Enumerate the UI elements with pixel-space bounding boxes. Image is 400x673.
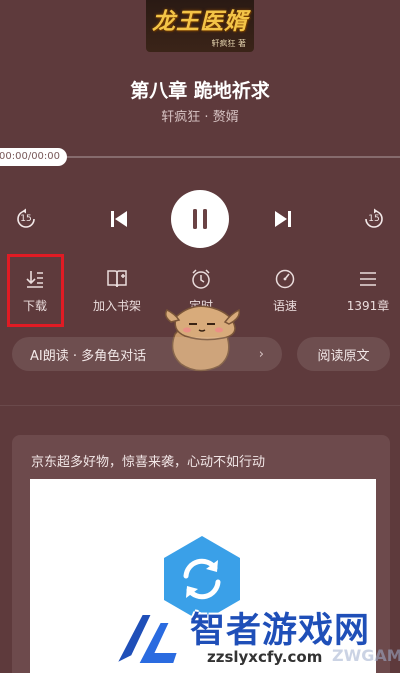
rewind-15-button[interactable]: 15	[15, 208, 37, 230]
toolbar-label: 1391章	[346, 299, 390, 313]
pause-icon	[193, 209, 207, 229]
toolbar-speed[interactable]: 语速	[255, 268, 315, 314]
skip-next-icon	[275, 211, 291, 227]
toolbar-chapters[interactable]: 1391章	[338, 268, 398, 314]
bookshelf-icon	[107, 270, 127, 288]
play-pause-button[interactable]	[171, 190, 229, 248]
chapter-title: 第八章 跪地祈求	[130, 80, 270, 102]
progress-time-thumb[interactable]: 00:00/00:00	[0, 148, 68, 166]
forward-label: 15	[368, 214, 380, 224]
speed-icon	[275, 269, 295, 289]
cover-author: 轩疯狂 著	[211, 39, 246, 48]
rewind-label: 15	[20, 214, 32, 224]
chevron-right-icon: ›	[258, 346, 264, 362]
divider	[0, 405, 400, 406]
toolbar-label: 语速	[272, 299, 297, 313]
clock-icon	[192, 269, 210, 289]
book-meta: 轩疯狂 · 赘婿	[161, 110, 239, 125]
ai-reading-label: AI朗读 · 多角色对话	[30, 348, 147, 364]
read-original-button[interactable]: 阅读原文	[297, 337, 390, 371]
watermark-logo-icon	[113, 613, 180, 667]
next-chapter-button[interactable]	[270, 206, 296, 232]
toolbar-add-to-shelf[interactable]: 加入书架	[87, 268, 147, 314]
list-icon	[360, 272, 376, 286]
skip-previous-icon	[111, 211, 127, 227]
previous-chapter-button[interactable]	[106, 206, 132, 232]
ai-reading-button[interactable]: AI朗读 · 多角色对话 ›	[12, 337, 282, 371]
watermark-faint-text: ZWGAME	[332, 646, 400, 665]
watermark-url: zzslyxcfy.com	[207, 648, 323, 666]
download-highlight-box	[7, 254, 64, 327]
toolbar-label: 加入书架	[92, 299, 141, 313]
cover-title: 龙王医婿	[152, 8, 248, 35]
ad-text: 京东超多好物，惊喜来袭，心动不如行动	[31, 455, 266, 470]
forward-15-button[interactable]: 15	[363, 208, 385, 230]
book-cover[interactable]: 龙王医婿 轩疯狂 著	[146, 0, 254, 52]
watermark: 智者游戏网 zzslyxcfy.com ZWGAME	[112, 600, 400, 673]
